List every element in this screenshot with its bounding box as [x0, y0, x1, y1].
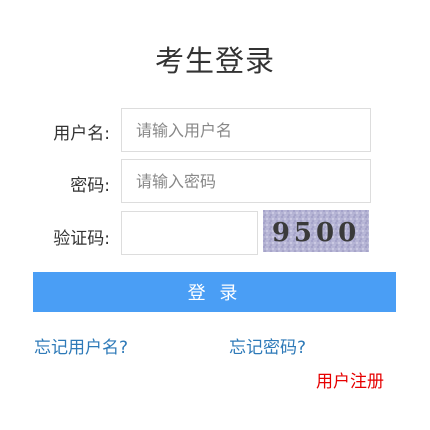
register-link[interactable]: 用户注册 [316, 367, 384, 392]
captcha-image[interactable]: 9500 [263, 210, 369, 252]
captcha-noise-graphic: 9500 [263, 210, 369, 252]
username-input[interactable] [121, 108, 371, 152]
page-title: 考生登录 [154, 44, 275, 78]
captcha-text: 9500 [272, 218, 360, 248]
captcha-label: 验证码: [53, 229, 110, 249]
forgot-username-link[interactable]: 忘记用户名? [34, 333, 128, 358]
login-button[interactable]: 登 录 [33, 272, 396, 312]
username-label: 用户名: [53, 124, 110, 144]
forgot-password-link[interactable]: 忘记密码? [229, 333, 306, 358]
password-label: 密码: [70, 176, 110, 196]
password-input[interactable] [121, 159, 371, 203]
captcha-input[interactable] [121, 211, 258, 255]
